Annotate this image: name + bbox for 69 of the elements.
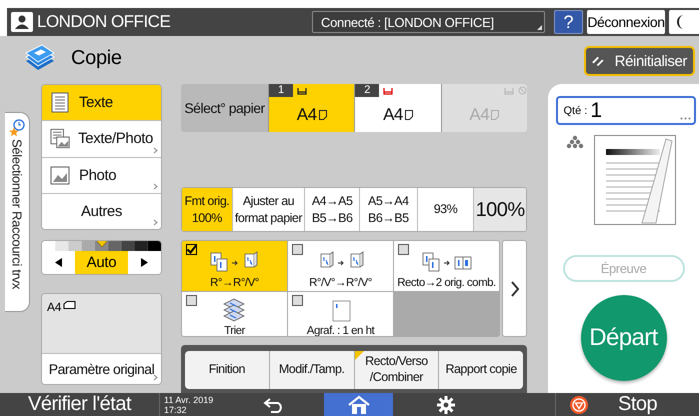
checkbox-icon xyxy=(292,244,303,255)
corner-icon xyxy=(537,25,542,30)
checkbox-icon xyxy=(292,295,303,306)
help-button[interactable]: ? xyxy=(554,10,583,34)
paper-select-label: Sélect° papier xyxy=(183,99,266,118)
shortcut-label: Sélectionner Raccourci trvx xyxy=(10,139,24,290)
date: 11 Avr. 2019 xyxy=(164,394,214,404)
logout-button[interactable]: Déconnexion xyxy=(587,10,665,34)
original-size: A4 xyxy=(47,300,62,314)
landscape-page-icon xyxy=(63,300,76,310)
copy-function-option[interactable]: Trier xyxy=(182,292,287,336)
checkbox-icon xyxy=(398,244,409,255)
expand-icon xyxy=(153,219,158,226)
screen-title: Copie xyxy=(71,46,122,70)
settings-icon xyxy=(437,396,455,414)
text-page-icon xyxy=(50,92,71,114)
tray-number: 1 xyxy=(269,84,293,97)
chevron-right-icon xyxy=(510,280,520,298)
original-type-option[interactable]: Texte xyxy=(42,85,161,122)
user-name: LONDON OFFICE xyxy=(37,12,170,32)
tray-icon xyxy=(504,86,514,96)
flag-corner-icon xyxy=(354,351,364,360)
ratio-button[interactable]: Ajuster au format papier xyxy=(232,188,306,231)
ratio-button[interactable]: Fmt orig. 100% xyxy=(182,188,233,231)
reset-button[interactable]: Réinitialiser xyxy=(584,46,695,76)
star-clock-icon xyxy=(9,119,25,137)
night-mode-button[interactable] xyxy=(669,10,699,34)
copy-function-option[interactable]: Recto→2 orig. comb. xyxy=(394,241,499,291)
start-button[interactable]: Départ xyxy=(580,295,666,381)
expand-icon xyxy=(153,146,158,154)
toner-icon xyxy=(566,135,584,149)
quantity-field[interactable]: Qté :1 xyxy=(556,96,696,125)
settings-tab[interactable]: Finition xyxy=(185,351,270,389)
portrait-page-icon xyxy=(404,110,413,120)
left-arrow-icon xyxy=(55,258,62,267)
time: 17:32 xyxy=(164,404,188,414)
text-photo-icon xyxy=(50,128,70,150)
tray-number: 2 xyxy=(355,84,380,97)
density-value: Auto xyxy=(75,251,128,274)
right-arrow-icon xyxy=(141,258,148,267)
home-icon xyxy=(346,395,370,414)
tray-icon xyxy=(383,86,394,96)
portrait-page-icon xyxy=(491,110,500,120)
copy-function-option[interactable]: R°/V°→R°/V° xyxy=(288,241,393,291)
back-icon xyxy=(263,396,285,412)
ratio-button[interactable]: 100% xyxy=(474,188,526,231)
copy-function-option[interactable]: R°→R°/V° xyxy=(182,241,287,291)
reset-icon xyxy=(592,55,605,67)
photo-icon xyxy=(50,164,71,186)
expand-icon xyxy=(153,182,158,190)
unavailable-icon xyxy=(518,86,527,95)
settings-tab[interactable]: Recto/Verso /Combiner xyxy=(354,351,440,389)
checkbox-icon xyxy=(186,244,197,255)
user-icon xyxy=(11,12,33,32)
paper-tray-button[interactable]: 2 A4 xyxy=(354,84,441,132)
expand-icon xyxy=(153,374,158,381)
shortcut-tab[interactable]: Sélectionner Raccourci trvx xyxy=(5,112,30,312)
paper-size: A4 xyxy=(383,104,403,124)
more-icon xyxy=(680,117,690,120)
settings-tab[interactable]: Rapport copie xyxy=(439,351,523,389)
paper-size: A4 xyxy=(296,104,317,124)
settings-tab[interactable]: Modif./Tamp. xyxy=(270,351,354,389)
home-button[interactable] xyxy=(324,393,393,416)
tray-icon xyxy=(297,86,307,96)
connection-dropdown[interactable]: Connecté : [LONDON OFFICE] xyxy=(312,11,545,33)
checkbox-icon xyxy=(186,295,197,306)
stop-icon xyxy=(570,396,588,414)
paper-tray-button[interactable]: 1 A4 xyxy=(268,84,354,132)
portrait-page-icon xyxy=(318,110,327,120)
